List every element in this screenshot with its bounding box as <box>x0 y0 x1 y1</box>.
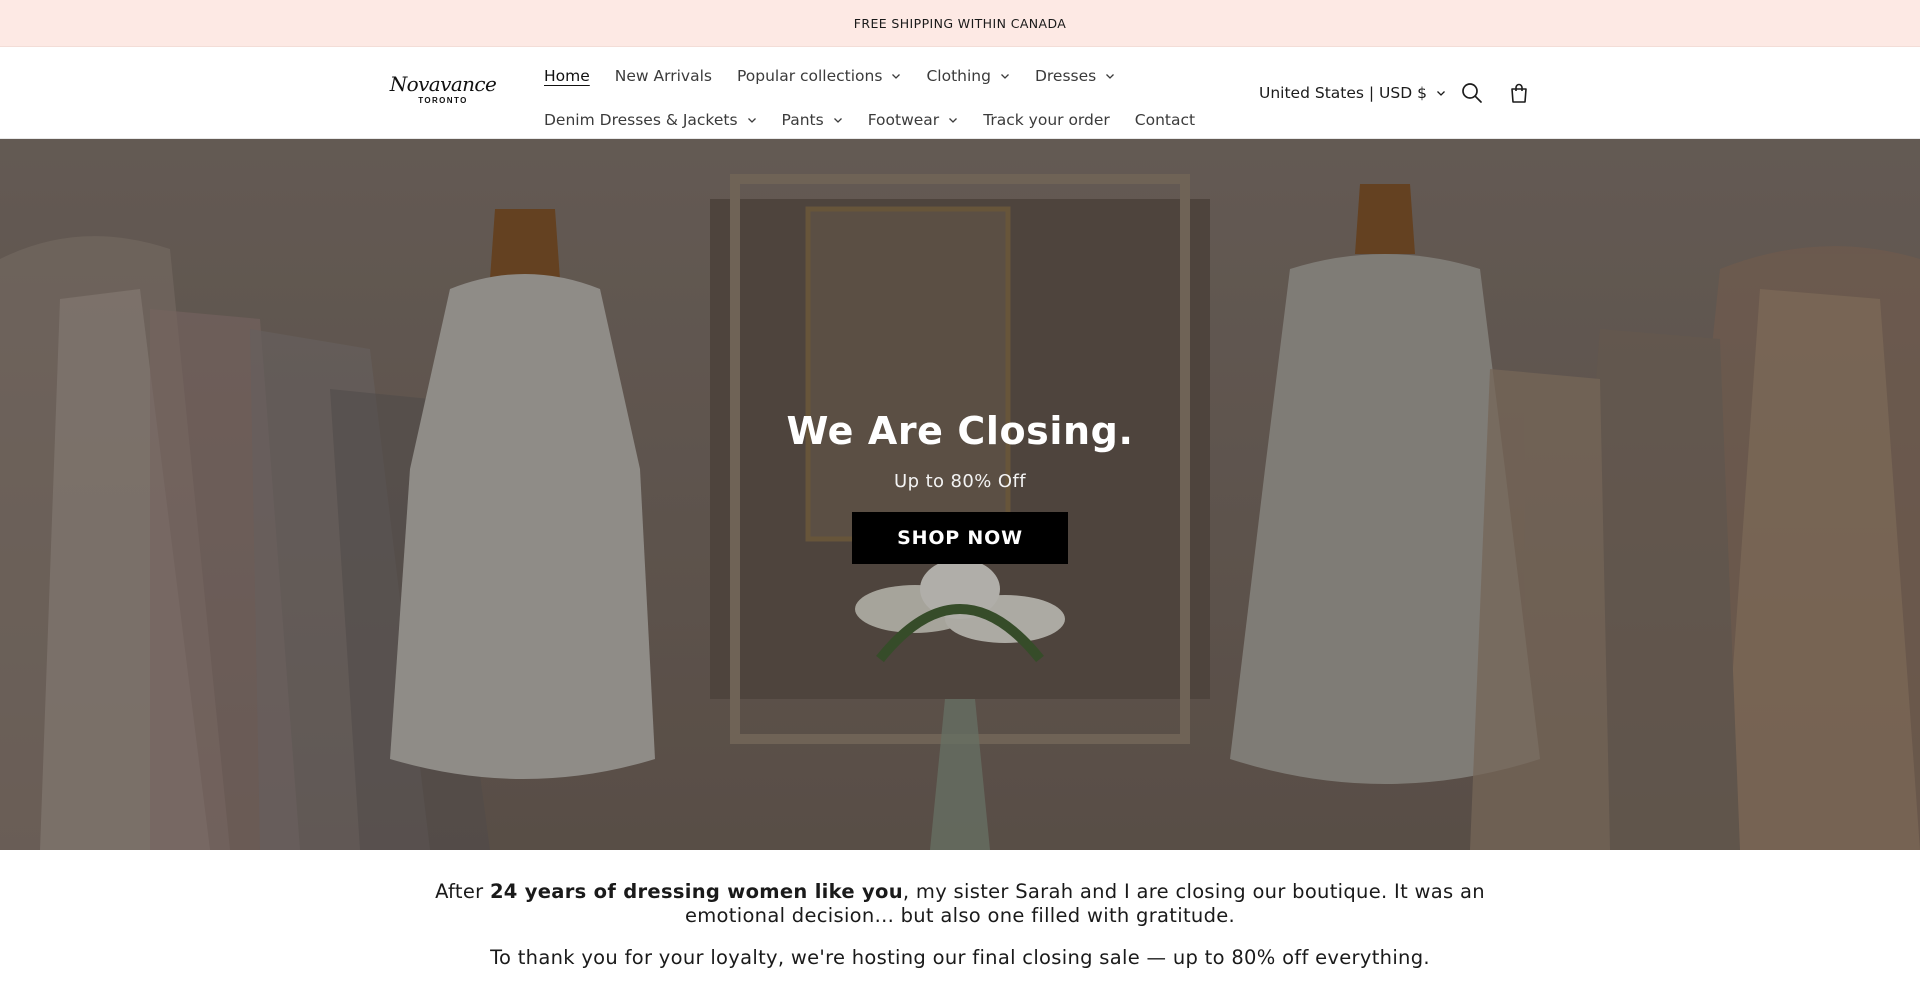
brand-logo[interactable]: Novavance TORONTO <box>390 73 497 115</box>
primary-nav-row-2: Denim Dresses & Jackets Pants Footwear T… <box>544 104 1220 136</box>
search-icon <box>1462 83 1482 103</box>
chevron-down-icon <box>1106 74 1115 79</box>
search-button[interactable] <box>1458 79 1486 107</box>
announcement-bar: FREE SHIPPING WITHIN CANADA <box>0 0 1920 47</box>
brand-name: Novavance <box>389 72 497 96</box>
nav-item-label: Home <box>544 67 590 85</box>
hero-content: We Are Closing. Up to 80% Off SHOP NOW <box>0 409 1920 564</box>
nav-item-denim[interactable]: Denim Dresses & Jackets <box>544 111 757 129</box>
nav-item-dresses[interactable]: Dresses <box>1035 67 1115 85</box>
nav-item-popular-collections[interactable]: Popular collections <box>737 67 902 85</box>
nav-item-label: Contact <box>1134 111 1196 129</box>
nav-item-label: Popular collections <box>736 67 883 85</box>
nav-item-clothing[interactable]: Clothing <box>926 67 1009 85</box>
shop-now-button[interactable]: SHOP NOW <box>852 512 1068 564</box>
intro-highlight: 24 years of dressing women like you <box>489 880 903 903</box>
chevron-down-icon <box>1000 74 1009 79</box>
hero-subtitle: Up to 80% Off <box>894 471 1026 492</box>
chevron-down-icon <box>1436 91 1445 96</box>
chevron-down-icon <box>833 118 842 123</box>
hero-title: We Are Closing. <box>786 409 1134 453</box>
nav-item-label: Track your order <box>983 111 1110 129</box>
intro-paragraph-1: After 24 years of dressing women like yo… <box>410 880 1510 928</box>
nav-item-label: Denim Dresses & Jackets <box>544 111 738 129</box>
nav-item-label: Clothing <box>926 67 991 85</box>
nav-item-track-order[interactable]: Track your order <box>983 111 1110 129</box>
primary-nav-row-1: Home New Arrivals Popular collections Cl… <box>544 60 1140 92</box>
nav-item-label: Pants <box>781 111 824 129</box>
chevron-down-icon <box>747 118 756 123</box>
announcement-text: FREE SHIPPING WITHIN CANADA <box>853 15 1067 31</box>
cart-icon <box>1511 83 1527 103</box>
nav-item-label: Footwear <box>867 111 940 129</box>
nav-item-label: New Arrivals <box>614 67 712 85</box>
site-header: Novavance TORONTO Home New Arrivals Popu… <box>0 47 1920 139</box>
country-currency-selector[interactable]: United States | USD $ <box>1259 81 1446 105</box>
nav-item-pants[interactable]: Pants <box>782 111 843 129</box>
locale-label: United States | USD $ <box>1259 84 1427 102</box>
cart-button[interactable] <box>1505 79 1533 107</box>
intro-paragraph-2: To thank you for your loyalty, we're hos… <box>490 946 1430 969</box>
chevron-down-icon <box>892 74 901 79</box>
nav-item-new-arrivals[interactable]: New Arrivals <box>615 67 712 85</box>
nav-item-home[interactable]: Home <box>544 67 590 85</box>
intro-section: After 24 years of dressing women like yo… <box>0 880 1920 970</box>
intro-text: After <box>435 880 490 903</box>
brand-city: TORONTO <box>418 96 468 105</box>
chevron-down-icon <box>949 118 958 123</box>
nav-item-footwear[interactable]: Footwear <box>868 111 959 129</box>
nav-item-contact[interactable]: Contact <box>1135 111 1195 129</box>
nav-item-label: Dresses <box>1034 67 1097 85</box>
hero-banner: We Are Closing. Up to 80% Off SHOP NOW <box>0 139 1920 850</box>
